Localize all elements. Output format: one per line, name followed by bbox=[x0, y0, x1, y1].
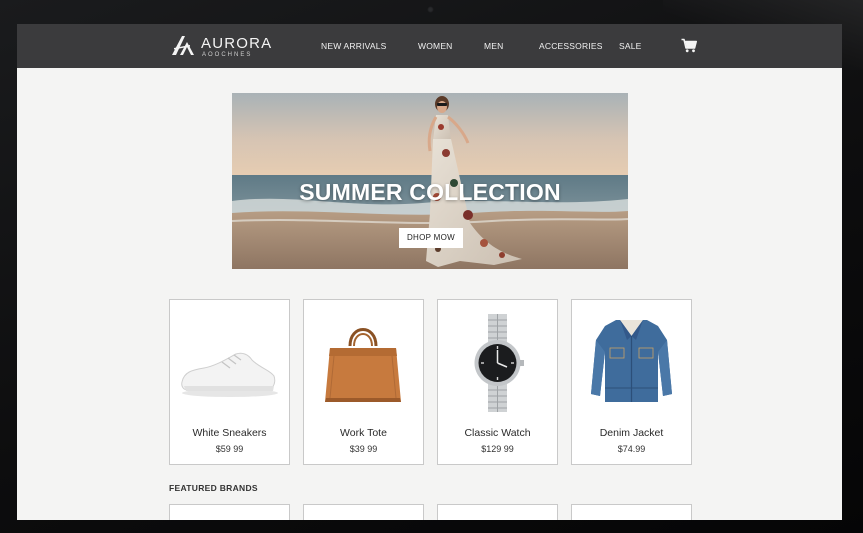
brand-tile[interactable] bbox=[169, 504, 290, 520]
product-card-denim-jacket[interactable]: Denim Jacket $74.99 bbox=[571, 299, 692, 465]
product-name: Classic Watch bbox=[464, 427, 531, 439]
nav-sale[interactable]: SALE bbox=[619, 41, 642, 51]
aurora-logo-icon bbox=[172, 36, 194, 55]
white-sneakers-image bbox=[181, 352, 278, 397]
product-price: $74.99 bbox=[617, 444, 646, 454]
nav-women[interactable]: WOMEN bbox=[418, 41, 453, 51]
brand-tile[interactable] bbox=[571, 504, 692, 520]
product-price: $129 99 bbox=[481, 444, 514, 454]
work-tote-image bbox=[325, 328, 401, 402]
brand-tile[interactable] bbox=[303, 504, 424, 520]
featured-brands-heading: FEATURED BRANDS bbox=[169, 483, 258, 493]
hero-title: SUMMER COLLECTION bbox=[299, 179, 561, 205]
product-name: White Sneakers bbox=[192, 427, 267, 439]
nav-accessories[interactable]: ACCESSORIES bbox=[539, 41, 603, 51]
denim-jacket-image bbox=[591, 320, 672, 402]
shopping-cart-icon[interactable] bbox=[681, 38, 697, 53]
brand-logo[interactable]: AURORA AOOCHNES bbox=[171, 33, 271, 59]
shop-now-button[interactable]: DHOP MOW bbox=[399, 228, 463, 248]
product-card-classic-watch[interactable]: Classic Watch $129 99 bbox=[437, 299, 558, 465]
brand-tile[interactable] bbox=[437, 504, 558, 520]
product-price: $59 99 bbox=[215, 444, 244, 454]
browser-viewport: AURORA AOOCHNES NEW ARRIVALS WOMEN MEN A… bbox=[17, 24, 842, 520]
hero-banner: SUMMER COLLECTION DHOP MOW bbox=[232, 93, 628, 269]
product-name: Work Tote bbox=[340, 427, 387, 439]
brand-tagline: AOOCHNES bbox=[202, 52, 253, 58]
product-card-work-tote[interactable]: Work Tote $39 99 bbox=[303, 299, 424, 465]
brand-name: AURORA bbox=[201, 35, 273, 52]
nav-new-arrivals[interactable]: NEW ARRIVALS bbox=[321, 41, 387, 51]
product-card-white-sneakers[interactable]: White Sneakers $59 99 bbox=[169, 299, 290, 465]
classic-watch-image bbox=[474, 314, 524, 412]
webcam bbox=[427, 6, 434, 13]
product-price: $39 99 bbox=[349, 444, 378, 454]
product-name: Denim Jacket bbox=[599, 427, 664, 439]
nav-men[interactable]: MEN bbox=[484, 41, 504, 51]
top-navbar: AURORA AOOCHNES NEW ARRIVALS WOMEN MEN A… bbox=[17, 24, 842, 68]
